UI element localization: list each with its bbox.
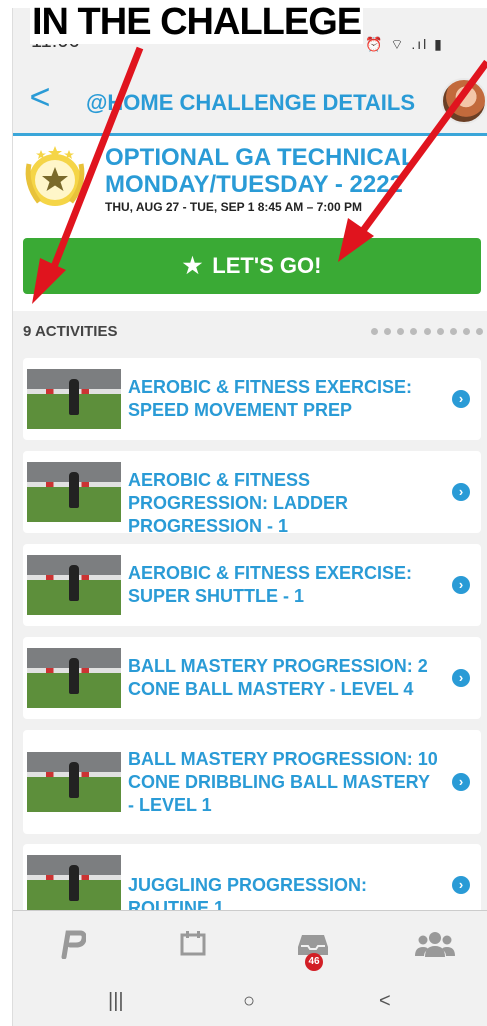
- chevron-right-icon[interactable]: ›: [452, 483, 470, 501]
- page-dot[interactable]: [410, 328, 418, 335]
- avatar[interactable]: [441, 78, 487, 124]
- page-dot[interactable]: [371, 328, 378, 335]
- page-dot[interactable]: [436, 328, 444, 335]
- page-dot[interactable]: [462, 328, 470, 335]
- activity-thumbnail: [27, 369, 121, 429]
- annotation-caption: IN THE CHALLEGE: [30, 0, 364, 44]
- status-icons: ⏰ ⌔ .ıl ▮: [365, 36, 444, 52]
- page-dots[interactable]: [371, 328, 483, 336]
- tab-calendar[interactable]: [173, 929, 213, 963]
- inbox-badge: 46: [305, 953, 323, 971]
- activity-title: AEROBIC & FITNESS EXERCISE: SPEED MOVEME…: [128, 377, 413, 420]
- medal-icon: [25, 146, 85, 206]
- activity-thumbnail: [27, 855, 121, 915]
- activity-card[interactable]: AEROBIC & FITNESS PROGRESSION: LADDER PR…: [23, 451, 481, 536]
- activity-title: AEROBIC & FITNESS EXERCISE: SUPER SHUTTL…: [128, 563, 413, 606]
- tab-bar: 46: [13, 910, 487, 976]
- chevron-right-icon[interactable]: ›: [452, 773, 470, 791]
- activity-title: BALL MASTERY PROGRESSION: 2 CONE BALL MA…: [128, 656, 428, 699]
- activity-card[interactable]: BALL MASTERY PROGRESSION: 10 CONE DRIBBL…: [23, 730, 481, 834]
- page-dot[interactable]: [397, 328, 405, 335]
- activity-title: AEROBIC & FITNESS PROGRESSION: LADDER PR…: [128, 470, 349, 536]
- activity-card[interactable]: AEROBIC & FITNESS EXERCISE: SUPER SHUTTL…: [23, 544, 481, 626]
- phone-screen: 11:06 ⏰ ⌔ .ıl ▮ < @HOME CHALLENGE DETAIL…: [12, 8, 487, 1026]
- challenge-summary: OPTIONAL GA TECHNICAL MONDAY/TUESDAY - 2…: [13, 136, 487, 311]
- activity-title: BALL MASTERY PROGRESSION: 10 CONE DRIBBL…: [128, 749, 438, 815]
- challenge-dates: THU, AUG 27 - TUE, SEP 1 8:45 AM – 7:00 …: [105, 200, 362, 214]
- recent-apps-button[interactable]: |||: [108, 990, 124, 1013]
- activity-thumbnail: [27, 555, 121, 615]
- activity-card[interactable]: BALL MASTERY PROGRESSION: 2 CONE BALL MA…: [23, 637, 481, 719]
- challenge-title: OPTIONAL GA TECHNICAL MONDAY/TUESDAY - 2…: [105, 144, 416, 198]
- activities-count: 9 ACTIVITIES: [23, 323, 118, 340]
- page-dot[interactable]: [476, 328, 483, 335]
- page-dot[interactable]: [423, 328, 431, 335]
- activity-thumbnail: [27, 462, 121, 522]
- system-nav-bar: ||| ○ <: [13, 976, 487, 1026]
- activity-card[interactable]: AEROBIC & FITNESS EXERCISE: SPEED MOVEME…: [23, 358, 481, 440]
- tab-team[interactable]: [413, 929, 457, 963]
- lets-go-button[interactable]: ★ LET'S GO!: [23, 238, 481, 294]
- lets-go-label: LET'S GO!: [212, 253, 322, 278]
- activities-header: 9 ACTIVITIES: [13, 311, 487, 353]
- chevron-right-icon[interactable]: ›: [452, 576, 470, 594]
- page-dot[interactable]: [384, 328, 392, 335]
- nav-back-button[interactable]: <: [379, 990, 391, 1013]
- calendar-icon: [180, 931, 206, 956]
- chevron-right-icon[interactable]: ›: [452, 669, 470, 687]
- app-header: < @HOME CHALLENGE DETAILS: [13, 70, 487, 136]
- page-dot[interactable]: [449, 328, 457, 335]
- page-title: @HOME CHALLENGE DETAILS: [85, 90, 416, 115]
- star-icon: ★: [182, 253, 203, 278]
- activity-thumbnail: [27, 648, 121, 708]
- chevron-right-icon[interactable]: ›: [452, 390, 470, 408]
- team-icon: [415, 932, 455, 957]
- tab-home[interactable]: [53, 929, 93, 963]
- home-button[interactable]: ○: [243, 990, 255, 1013]
- activity-thumbnail: [27, 752, 121, 812]
- logo-icon: [61, 930, 87, 960]
- chevron-right-icon[interactable]: ›: [452, 876, 470, 894]
